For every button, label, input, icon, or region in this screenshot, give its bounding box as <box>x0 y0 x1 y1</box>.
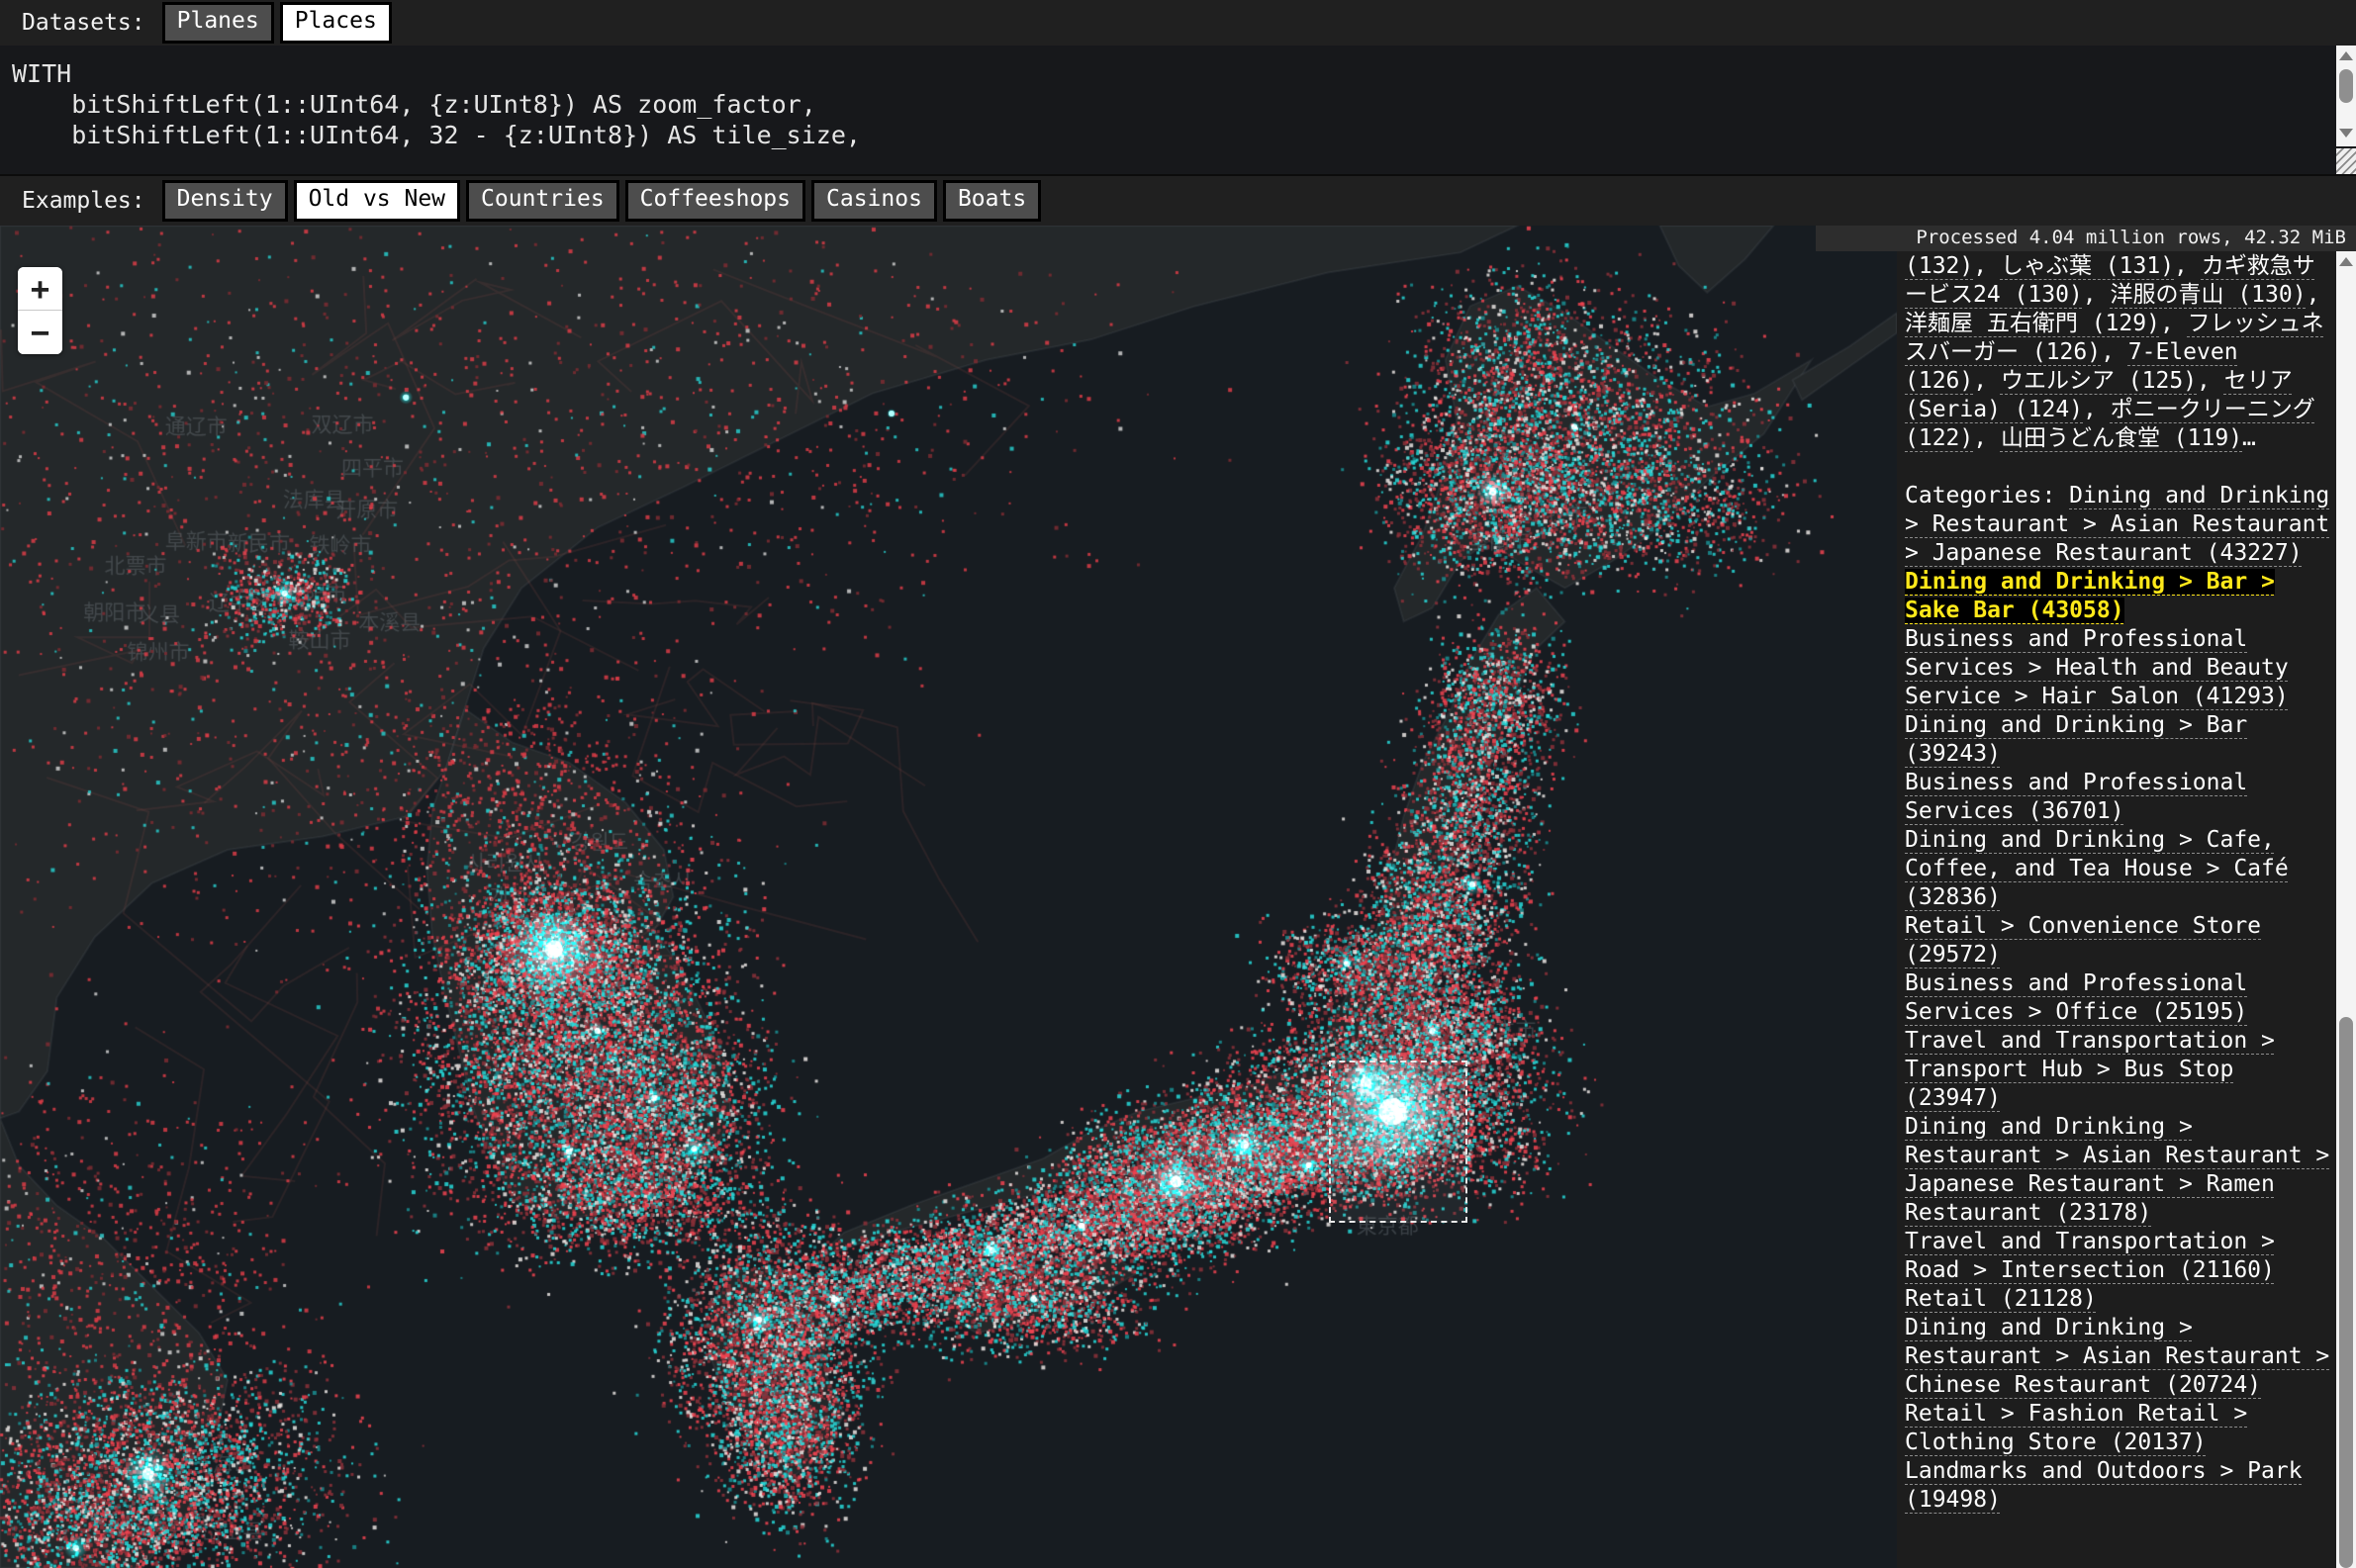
example-button-countries[interactable]: Countries <box>466 180 619 222</box>
scroll-thumb[interactable] <box>2339 1017 2353 1568</box>
example-button-casinos[interactable]: Casinos <box>811 180 937 222</box>
sidebar: Processed 4.04 million rows, 42.32 MiB (… <box>1897 226 2356 1568</box>
query-editor[interactable]: WITH bitShiftLeft(1::UInt64, {z:UInt8}) … <box>0 46 2356 150</box>
category-link[interactable]: Dining and Drinking > Restaurant > Asian… <box>1905 1315 2329 1398</box>
category-link[interactable]: Business and Professional Services > Off… <box>1905 970 2247 1025</box>
example-button-coffeeshops[interactable]: Coffeeshops <box>625 180 805 222</box>
page-scrollbar[interactable] <box>2336 251 2356 1568</box>
brand-link[interactable]: 洋服の青山 (130) <box>2110 282 2306 308</box>
brand-link[interactable]: 山田うどん食堂 (119) <box>2001 425 2242 451</box>
category-link[interactable]: Landmarks and Outdoors > Park (19498) <box>1905 1458 2303 1513</box>
selection-rectangle[interactable] <box>1329 1061 1467 1223</box>
zoom-out-button[interactable]: − <box>18 311 62 354</box>
category-link-highlighted[interactable]: Dining and Drinking > Bar > Sake Bar (43… <box>1905 569 2275 623</box>
category-link[interactable]: Business and Professional Services (3670… <box>1905 770 2247 824</box>
category-link[interactable]: Retail > Convenience Store (29572) <box>1905 913 2261 968</box>
map-canvas[interactable] <box>0 226 1897 1568</box>
example-button-old-vs-new[interactable]: Old vs New <box>294 180 460 222</box>
categories-label: Categories: <box>1905 483 2069 508</box>
category-link[interactable]: Travel and Transportation > Transport Hu… <box>1905 1028 2275 1111</box>
scroll-up-arrow-icon[interactable] <box>2339 51 2353 60</box>
dataset-button-places[interactable]: Places <box>280 2 392 44</box>
category-link[interactable]: Dining and Drinking > Restaurant > Asian… <box>1905 1114 2329 1226</box>
category-link[interactable]: Travel and Transportation > Road > Inter… <box>1905 1229 2275 1283</box>
category-link[interactable]: Retail (21128) <box>1905 1286 2097 1312</box>
brand-link[interactable]: 洋麺屋 五右衛門 (129) <box>1905 311 2160 336</box>
datasets-bar: Datasets: PlanesPlaces <box>0 0 2356 46</box>
category-link[interactable]: Business and Professional Services > Hea… <box>1905 626 2289 709</box>
query-editor-scrollbar[interactable] <box>2336 46 2356 146</box>
example-button-boats[interactable]: Boats <box>943 180 1041 222</box>
categories-list: Categories: Dining and Drinking > Restau… <box>1905 482 2332 1515</box>
zoom-in-button[interactable]: + <box>18 267 62 311</box>
examples-buttons: DensityOld vs NewCountriesCoffeeshopsCas… <box>162 180 1048 222</box>
example-button-density[interactable]: Density <box>162 180 288 222</box>
zoom-control: + − <box>18 267 62 354</box>
status-bar: Processed 4.04 million rows, 42.32 MiB <box>1816 226 2356 251</box>
brand-link[interactable]: ウエルシア (125) <box>2001 368 2197 394</box>
brand-link[interactable]: (132) <box>1905 253 1973 279</box>
scroll-thumb[interactable] <box>2339 69 2353 103</box>
examples-bar: Examples: DensityOld vs NewCountriesCoff… <box>0 174 2356 226</box>
datasets-label: Datasets: <box>22 10 145 36</box>
category-link[interactable]: Dining and Drinking > Cafe, Coffee, and … <box>1905 827 2289 910</box>
sidebar-content: (132), しゃぶ葉 (131), カギ救急サービス24 (130), 洋服の… <box>1905 252 2332 1515</box>
app: Datasets: PlanesPlaces WITH bitShiftLeft… <box>0 0 2356 1568</box>
query-editor-area: WITH bitShiftLeft(1::UInt64, {z:UInt8}) … <box>0 46 2356 174</box>
category-link[interactable]: Dining and Drinking > Bar (39243) <box>1905 712 2247 767</box>
scroll-down-arrow-icon[interactable] <box>2339 129 2353 138</box>
examples-label: Examples: <box>22 188 145 214</box>
scroll-up-arrow-icon[interactable] <box>2339 257 2353 266</box>
brand-link[interactable]: しゃぶ葉 (131) <box>2001 253 2174 279</box>
dataset-button-planes[interactable]: Planes <box>162 2 274 44</box>
category-link[interactable]: Retail > Fashion Retail > Clothing Store… <box>1905 1401 2247 1455</box>
top-brands-list: (132), しゃぶ葉 (131), カギ救急サービス24 (130), 洋服の… <box>1905 252 2332 453</box>
status-text: Processed 4.04 million rows, 42.32 MiB <box>1916 227 2346 248</box>
resize-grip-icon[interactable] <box>2336 148 2356 174</box>
datasets-buttons: PlanesPlaces <box>162 2 398 44</box>
map[interactable]: + − <box>0 226 1897 1568</box>
